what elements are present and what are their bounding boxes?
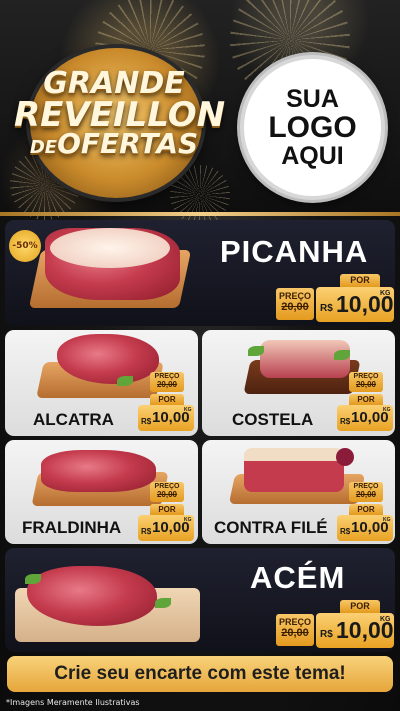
meat-fat xyxy=(50,228,170,268)
price-old: PREÇO 20,00 xyxy=(276,614,314,646)
price-old-label: PREÇO xyxy=(154,483,180,490)
price-currency: R$ xyxy=(340,417,351,426)
price-new-label: POR xyxy=(340,274,380,287)
price-old-label: PREÇO xyxy=(353,483,379,490)
cta-banner[interactable]: Crie seu encarte com este tema! xyxy=(7,656,393,692)
logo-line3: AQUI xyxy=(281,142,344,171)
price-old: PREÇO 20,00 xyxy=(276,288,314,320)
product-name: PICANHA xyxy=(220,234,369,269)
price-old-value: 20,00 xyxy=(281,627,309,639)
product-name: ALCATRA xyxy=(33,410,114,429)
price-unit: KG xyxy=(383,407,391,413)
price-old: PREÇO 20,00 xyxy=(349,372,383,392)
disclaimer-footnote: *Imagens Meramente Ilustrativas xyxy=(6,698,140,707)
onion-garnish xyxy=(336,448,354,466)
product-name: COSTELA xyxy=(232,410,314,429)
logo-placeholder: SUA LOGO AQUI xyxy=(240,55,385,200)
price-currency: R$ xyxy=(141,527,152,536)
event-title-prefix: DE xyxy=(29,136,58,158)
price-unit: KG xyxy=(184,517,192,523)
header-banner: GRANDE REVEILLON DEOFERTAS SUA LOGO AQUI xyxy=(0,0,400,225)
price-currency: R$ xyxy=(320,303,333,314)
price-old-value: 20,00 xyxy=(281,301,309,313)
price-old: PREÇO 20,00 xyxy=(150,372,184,392)
event-title-line3: DEOFERTAS xyxy=(14,129,214,158)
price-new-label: POR xyxy=(150,504,184,515)
price-old-label: PREÇO xyxy=(278,617,311,627)
divider-line xyxy=(0,212,400,216)
price-new: R$ 10,00 KG xyxy=(138,515,194,541)
price-unit: KG xyxy=(383,517,391,523)
event-title: GRANDE REVEILLON DEOFERTAS xyxy=(14,69,225,158)
price-unit: KG xyxy=(380,290,391,297)
price-old-value: 20,00 xyxy=(355,490,377,499)
product-name: CONTRA FILÉ xyxy=(214,518,328,537)
price-new-label: POR xyxy=(340,600,380,613)
price-new: R$ 10,00 KG xyxy=(138,405,194,431)
event-title-word: OFERTAS xyxy=(57,126,199,160)
price-old-label: PREÇO xyxy=(154,373,180,380)
price-new: R$ 10,00 KG xyxy=(316,613,394,648)
price-old-value: 20,00 xyxy=(355,380,377,389)
price-new-label: POR xyxy=(150,394,184,405)
price-old-value: 20,00 xyxy=(156,490,178,499)
discount-badge: -50% xyxy=(9,230,41,262)
price-old-label: PREÇO xyxy=(353,373,379,380)
logo-line1: SUA xyxy=(286,84,339,113)
price-new: R$ 10,00 KG xyxy=(316,287,394,322)
price-old: PREÇO 20,00 xyxy=(349,482,383,502)
price-old: PREÇO 20,00 xyxy=(150,482,184,502)
product-name: ACÉM xyxy=(250,560,346,595)
price-old-value: 20,00 xyxy=(156,380,178,389)
herb-garnish xyxy=(334,350,350,360)
meat-image xyxy=(41,450,156,492)
price-unit: KG xyxy=(184,407,192,413)
flyer-page: GRANDE REVEILLON DEOFERTAS SUA LOGO AQUI… xyxy=(0,0,400,711)
herb-garnish xyxy=(155,598,171,608)
price-currency: R$ xyxy=(141,417,152,426)
herb-garnish xyxy=(248,346,264,356)
price-old-label: PREÇO xyxy=(278,291,311,301)
price-unit: KG xyxy=(380,616,391,623)
logo-line2: LOGO xyxy=(268,110,357,144)
meat-image xyxy=(244,448,344,492)
price-currency: R$ xyxy=(340,527,351,536)
price-new: R$ 10,00 KG xyxy=(337,405,393,431)
price-new-label: POR xyxy=(349,504,383,515)
price-new: R$ 10,00 KG xyxy=(337,515,393,541)
herb-garnish xyxy=(25,574,41,584)
price-currency: R$ xyxy=(320,629,333,640)
product-name: FRALDINHA xyxy=(22,518,122,537)
herb-garnish xyxy=(117,376,133,386)
price-new-label: POR xyxy=(349,394,383,405)
